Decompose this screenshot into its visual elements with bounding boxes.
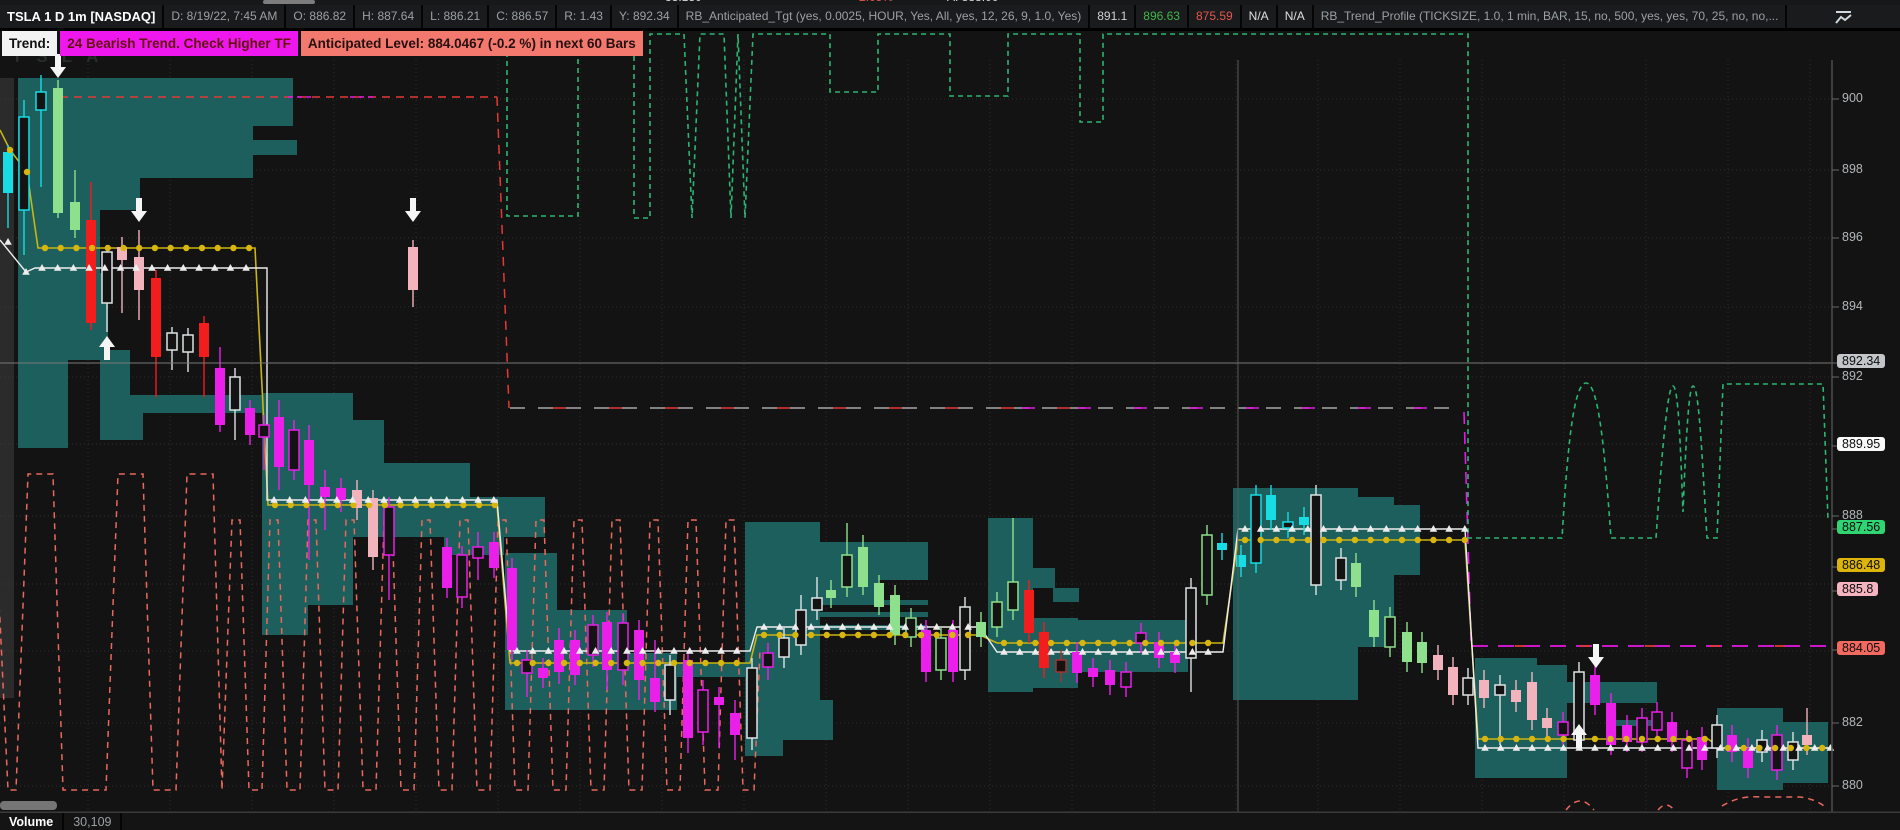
horizontal-scrollbar-thumb[interactable] — [0, 801, 57, 810]
sell-signal-arrow-icon — [405, 198, 421, 222]
bearish-trend-badge: 24 Bearish Trend. Check Higher TF — [60, 31, 298, 56]
volume-status-bar: Volume 30,109 — [0, 812, 1900, 830]
axis-price-label: 892 — [1842, 369, 1863, 383]
price-axis[interactable]: 900898896894892888882880892.34889.95887.… — [1832, 0, 1900, 812]
axis-price-label: 898 — [1842, 162, 1863, 176]
volume-value: 30,109 — [64, 813, 122, 830]
trend-label: Trend: — [2, 31, 57, 56]
axis-price-label: 894 — [1842, 299, 1863, 313]
axis-price-badge: 887.56 — [1837, 520, 1885, 534]
axis-price-badge: 885.8 — [1837, 582, 1878, 596]
chart-canvas[interactable] — [0, 0, 1900, 830]
axis-price-label: 896 — [1842, 230, 1863, 244]
volume-label[interactable]: Volume — [0, 813, 64, 830]
anticipated-level-badge: Anticipated Level: 884.0467 (-0.2 %) in … — [301, 31, 643, 56]
axis-price-badge: 892.34 — [1837, 354, 1885, 368]
axis-price-label: 882 — [1842, 715, 1863, 729]
trading-platform-window: 33.130 -2.05% A: 888.00 TSLA 1 D 1m [NAS… — [0, 0, 1900, 830]
sell-signal-arrow-icon — [1588, 644, 1604, 668]
axis-price-badge: 886.48 — [1837, 558, 1885, 572]
axis-price-badge: 889.95 — [1837, 437, 1885, 451]
trend-status-bar: Trend: 24 Bearish Trend. Check Higher TF… — [2, 31, 643, 56]
axis-price-label: 880 — [1842, 778, 1863, 792]
axis-price-badge: 884.05 — [1837, 641, 1885, 655]
sell-signal-arrow-icon — [50, 54, 66, 78]
axis-price-label: 900 — [1842, 91, 1863, 105]
